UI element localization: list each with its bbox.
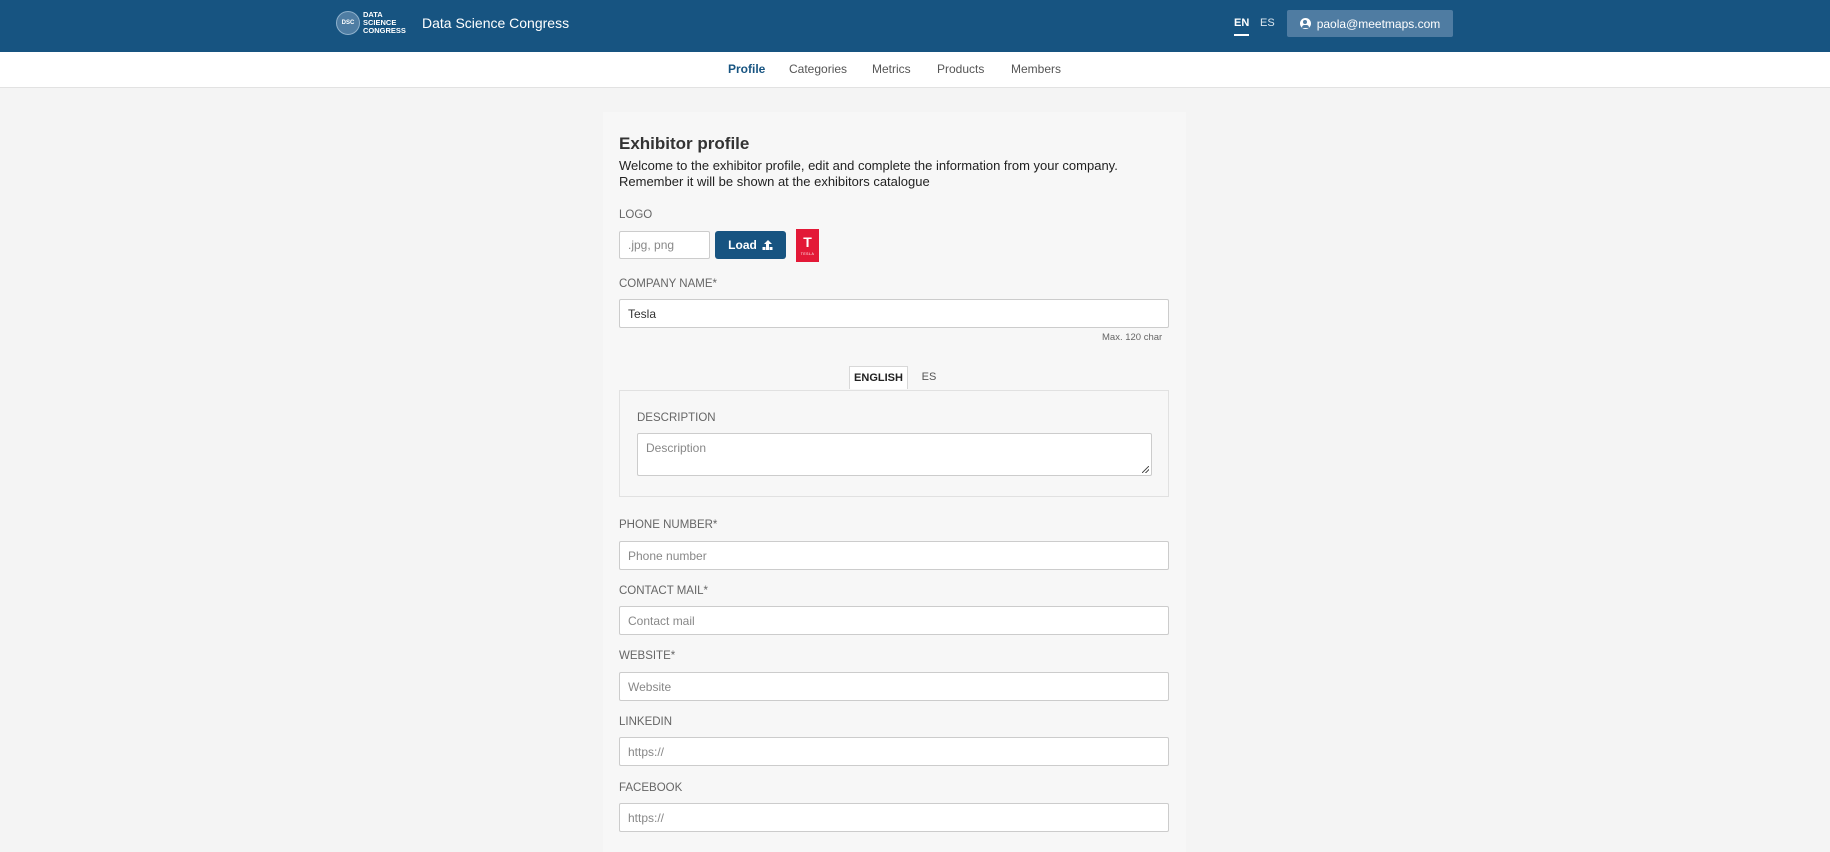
facebook-input[interactable]: https:// <box>619 803 1169 832</box>
linkedin-input[interactable]: https:// <box>619 737 1169 766</box>
user-circle-icon <box>1299 18 1311 29</box>
intro-line-2: Remember it will be shown at the exhibit… <box>619 174 930 189</box>
top-bar: DSC DATA SCIENCE CONGRESS Data Science C… <box>0 0 1830 52</box>
linkedin-label: LINKEDIN <box>619 716 673 728</box>
upload-icon <box>763 240 773 250</box>
resize-handle-icon[interactable] <box>1142 466 1149 473</box>
phone-label: PHONE NUMBER* <box>619 519 718 531</box>
logo-label: LOGO <box>619 209 653 221</box>
tesla-t-icon: T <box>803 234 812 250</box>
logo-line-congress: CONGRESS <box>363 26 406 35</box>
contact-mail-input[interactable]: Contact mail <box>619 606 1169 635</box>
description-label: DESCRIPTION <box>637 412 716 424</box>
app-title: Data Science Congress <box>422 15 570 31</box>
load-button-label: Load <box>728 238 757 252</box>
intro-line-1: Welcome to the exhibitor profile, edit a… <box>619 158 1118 173</box>
logo-mark-icon: DSC <box>336 11 360 35</box>
user-menu-button[interactable]: paola@meetmaps.com <box>1287 10 1453 37</box>
tab-categories[interactable]: Categories <box>789 62 847 76</box>
company-name-hint: Max. 120 char <box>1102 332 1163 343</box>
description-placeholder: Description <box>646 441 707 455</box>
congress-logo[interactable]: DSC DATA SCIENCE CONGRESS <box>336 9 406 37</box>
tab-products[interactable]: Products <box>937 62 984 76</box>
language-es[interactable]: ES <box>1260 17 1275 29</box>
contact-mail-label: CONTACT MAIL* <box>619 585 709 597</box>
tesla-wordmark: TESLA <box>800 252 815 256</box>
logo-file-input[interactable]: .jpg, png <box>619 231 710 259</box>
tab-lang-es[interactable]: ES <box>918 366 940 388</box>
website-label: WEBSITE* <box>619 650 676 662</box>
phone-input[interactable]: Phone number <box>619 541 1169 570</box>
load-logo-button[interactable]: Load <box>715 231 786 259</box>
tab-profile[interactable]: Profile <box>728 62 765 76</box>
company-logo-preview: T TESLA <box>796 229 819 262</box>
user-email: paola@meetmaps.com <box>1316 16 1441 31</box>
page-title: Exhibitor profile <box>619 134 750 153</box>
tab-lang-english[interactable]: ENGLISH <box>849 366 908 389</box>
website-input[interactable]: Website <box>619 672 1169 701</box>
logo-wordmark: DATA SCIENCE CONGRESS <box>363 11 406 35</box>
facebook-label: FACEBOOK <box>619 782 683 794</box>
tab-metrics[interactable]: Metrics <box>872 62 911 76</box>
section-nav: Profile Categories Metrics Products Memb… <box>0 52 1830 88</box>
company-name-label: COMPANY NAME* <box>619 278 717 290</box>
intro-text: Welcome to the exhibitor profile, edit a… <box>619 158 1159 190</box>
tab-members[interactable]: Members <box>1011 62 1061 76</box>
company-name-input[interactable]: Tesla <box>619 299 1169 328</box>
description-textarea[interactable]: Description <box>637 433 1152 476</box>
language-en[interactable]: EN <box>1234 17 1250 36</box>
